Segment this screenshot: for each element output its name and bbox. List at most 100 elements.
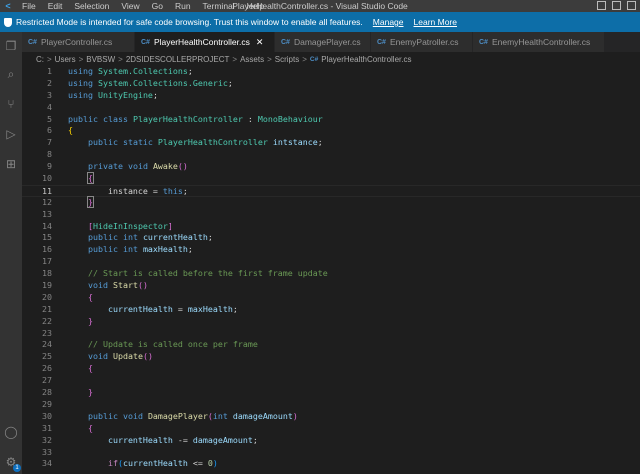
tab-damage-player[interactable]: C# DamagePlayer.cs — [275, 32, 371, 52]
breadcrumb-item[interactable]: BVBSW — [86, 55, 115, 64]
code-line[interactable]: 12 } — [22, 195, 640, 209]
tab-player-health-controller[interactable]: C# PlayerHealthController.cs ✕ — [135, 32, 275, 52]
code-line[interactable]: 7 public static PlayerHealthController i… — [22, 137, 640, 149]
explorer-icon[interactable]: ❐ — [3, 38, 19, 54]
code-line[interactable]: 15 public int currentHealth; — [22, 232, 640, 244]
code-editor[interactable]: 1 using System.Collections; 2 using System.… — [22, 66, 640, 474]
run-debug-icon[interactable]: ▷ — [3, 126, 19, 142]
code-line[interactable]: 9 private void Awake() — [22, 161, 640, 173]
breadcrumb-item[interactable]: Users — [55, 55, 76, 64]
code-line[interactable]: 16 public int maxHealth; — [22, 244, 640, 256]
code-line[interactable]: 14 [HideInInspector] — [22, 221, 640, 233]
code-line[interactable]: 25 void Update() — [22, 351, 640, 363]
menu-edit[interactable]: Edit — [42, 0, 69, 12]
code-token: public — [68, 232, 123, 243]
code-line[interactable]: 20 { — [22, 292, 640, 304]
code-line[interactable]: 1 using System.Collections; — [22, 66, 640, 78]
code-line[interactable]: 11 instance = this; — [22, 184, 640, 197]
code-line[interactable]: 19 void Start() — [22, 280, 640, 292]
menu-terminal[interactable]: Terminal — [197, 0, 241, 12]
code-line[interactable]: 22 } — [22, 316, 640, 328]
code-token: Start — [112, 280, 138, 291]
code-line[interactable]: 3 using UnityEngine; — [22, 90, 640, 102]
code-text: void Update() — [68, 351, 153, 363]
menu-bar: File Edit Selection View Go Run Terminal… — [16, 0, 270, 12]
code-line[interactable]: 18 // Start is called before the first f… — [22, 268, 640, 280]
account-icon[interactable]: ◯ — [3, 424, 19, 440]
code-line[interactable]: 13 — [22, 209, 640, 221]
code-line[interactable]: 31 { — [22, 423, 640, 435]
line-number: 18 — [42, 268, 52, 279]
code-line[interactable]: 21 currentHealth = maxHealth; — [22, 304, 640, 316]
code-line[interactable]: 6{ — [22, 125, 640, 137]
code-token: : — [242, 113, 258, 124]
search-icon[interactable]: ⌕ — [3, 66, 19, 82]
code-line[interactable]: 33 — [22, 447, 640, 459]
code-token: <= — [187, 458, 208, 469]
line-number: 9 — [47, 161, 52, 172]
menu-run[interactable]: Run — [169, 0, 197, 12]
code-line[interactable]: 17 — [22, 256, 640, 268]
code-line[interactable]: 24 // Update is called once per frame — [22, 339, 640, 351]
code-line[interactable]: 5 public class PlayerHealthController : M… — [22, 114, 640, 126]
code-line[interactable]: 30 public void DamagePlayer(int damageAm… — [22, 411, 640, 423]
code-line[interactable]: 2 using System.Collections.Generic; — [22, 78, 640, 90]
settings-gear-icon[interactable]: ⚙ 1 — [3, 454, 21, 472]
close-tab-icon[interactable]: ✕ — [256, 37, 264, 48]
breadcrumb-item[interactable]: C: — [36, 55, 44, 64]
tab-label: PlayerController.cs — [40, 37, 113, 47]
manage-link[interactable]: Manage — [373, 17, 404, 27]
code-token: void — [68, 351, 113, 362]
code-line[interactable]: 4 — [22, 102, 640, 114]
code-token: System.Collections.Generic — [97, 77, 228, 88]
line-number: 24 — [42, 339, 52, 350]
line-number: 1 — [47, 66, 52, 76]
extensions-icon[interactable]: ⊞ — [3, 156, 19, 172]
code-line[interactable]: 23 — [22, 328, 640, 340]
code-line[interactable]: 8 — [22, 149, 640, 161]
chevron-right-icon: > — [232, 54, 238, 64]
code-token: static — [122, 137, 158, 148]
code-token: ; — [232, 303, 238, 314]
tab-player-controller[interactable]: C# PlayerController.cs — [22, 32, 135, 52]
line-number: 22 — [42, 315, 52, 326]
breadcrumb-item[interactable]: 2DSIDESCOLLERPROJECT — [126, 55, 230, 64]
menu-go[interactable]: Go — [146, 0, 169, 12]
line-number: 7 — [47, 137, 52, 148]
code-text: currentHealth = maxHealth; — [68, 304, 238, 316]
line-number: 5 — [47, 113, 52, 124]
menu-view[interactable]: View — [115, 0, 145, 12]
line-number: 4 — [47, 101, 52, 112]
tab-enemy-patroller[interactable]: C# EnemyPatroller.cs — [371, 32, 473, 52]
code-token: UnityEngine — [97, 89, 153, 100]
code-token: // Start is called before the first fram… — [68, 268, 328, 279]
code-text: currentHealth -= damageAmount; — [68, 435, 258, 447]
code-text: public int currentHealth; — [68, 232, 213, 244]
code-line[interactable]: 34 if(currentHealth <= 0) — [22, 458, 640, 470]
tab-enemy-health-controller[interactable]: C# EnemyHealthController.cs — [473, 32, 605, 52]
toggle-secondary-sidebar-icon[interactable] — [627, 1, 636, 10]
breadcrumb-item[interactable]: Scripts — [275, 55, 299, 64]
code-line[interactable]: 26 { — [22, 363, 640, 375]
menu-help[interactable]: Help — [241, 0, 270, 12]
code-line[interactable]: 29 — [22, 399, 640, 411]
code-line[interactable]: 28 } — [22, 387, 640, 399]
code-token: PlayerHealthController — [157, 137, 268, 148]
toggle-sidebar-icon[interactable] — [597, 1, 606, 10]
code-line[interactable]: 32 currentHealth -= damageAmount; — [22, 435, 640, 447]
code-token: () — [137, 280, 148, 291]
toggle-panel-icon[interactable] — [612, 1, 621, 10]
code-line[interactable]: 27 — [22, 375, 640, 387]
learn-more-link[interactable]: Learn More — [414, 17, 457, 27]
csharp-file-icon: C# — [309, 55, 319, 63]
code-token: ; — [252, 434, 258, 445]
menu-selection[interactable]: Selection — [68, 0, 115, 12]
breadcrumb-item[interactable]: Assets — [240, 55, 264, 64]
chevron-right-icon: > — [302, 54, 307, 64]
menu-file[interactable]: File — [16, 0, 42, 12]
title-bar: < File Edit Selection View Go Run Termin… — [0, 0, 640, 12]
breadcrumb-file[interactable]: PlayerHealthController.cs — [321, 55, 411, 64]
source-control-icon[interactable]: ⑂ — [3, 96, 19, 112]
csharp-file-icon: C# — [377, 38, 386, 46]
code-line[interactable]: 10 { — [22, 172, 640, 185]
